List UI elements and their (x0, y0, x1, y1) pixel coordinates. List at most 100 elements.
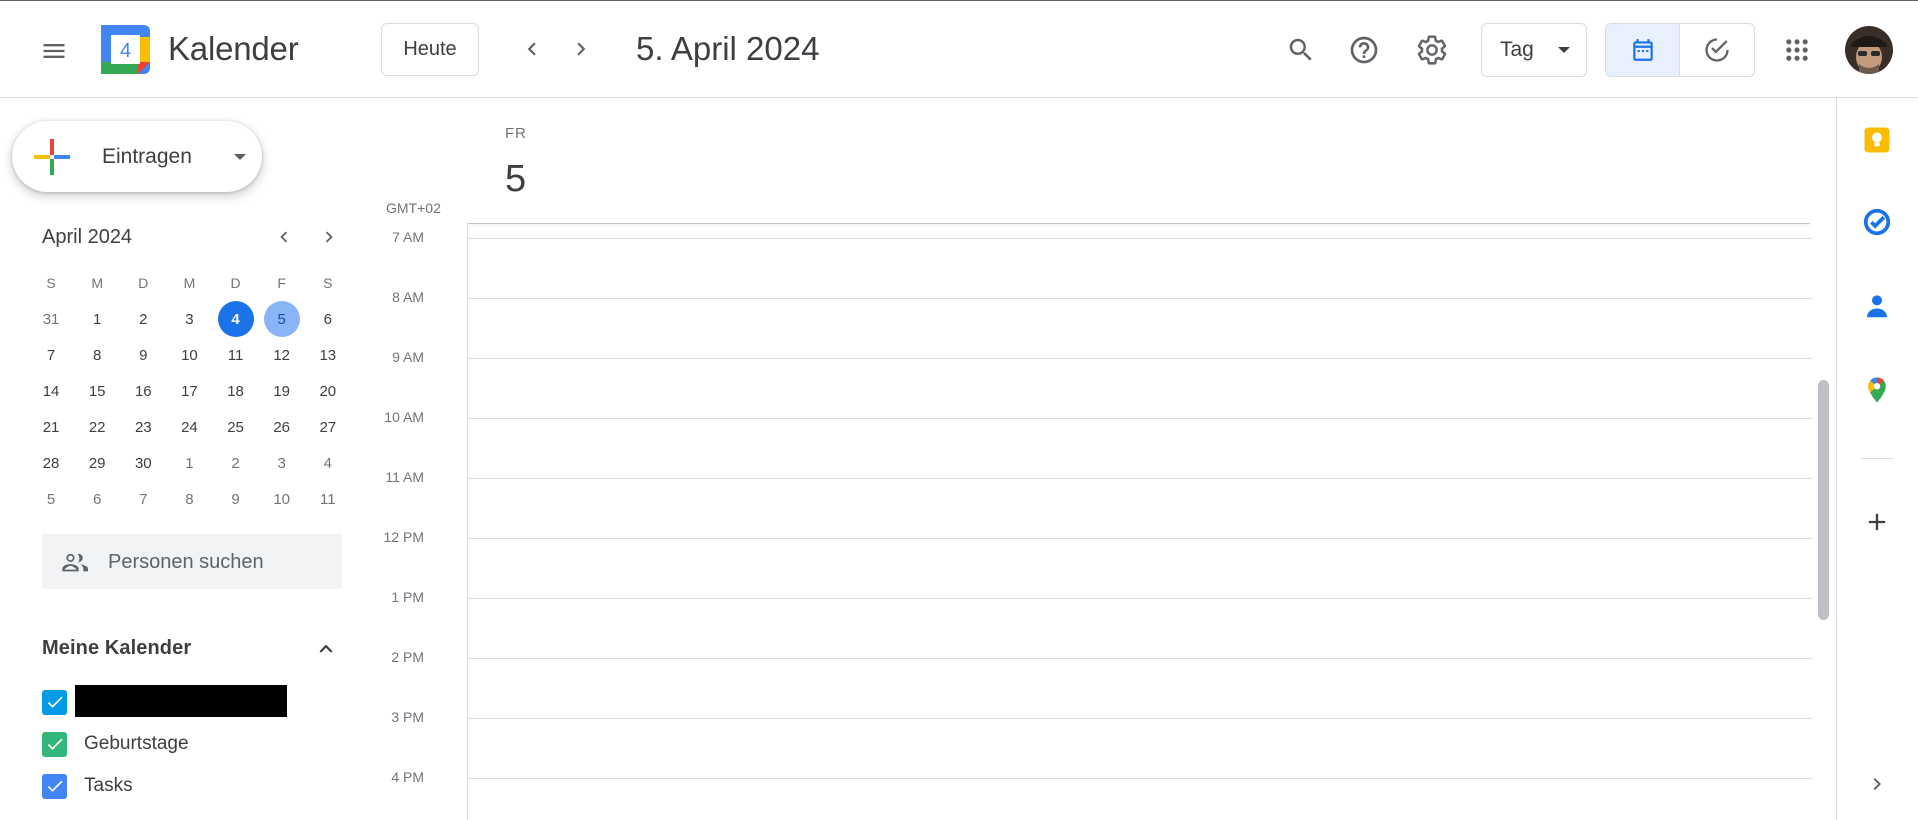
mini-calendar-day[interactable]: 26 (259, 409, 305, 445)
account-avatar[interactable] (1845, 26, 1893, 74)
mini-calendar-day[interactable]: 9 (120, 337, 166, 373)
mini-calendar-day[interactable]: 10 (166, 337, 212, 373)
mini-calendar-day[interactable]: 5 (259, 301, 305, 337)
tasks-button[interactable] (1859, 204, 1895, 240)
mini-calendar-day-label: 8 (185, 490, 194, 508)
mini-calendar-day[interactable]: 3 (166, 301, 212, 337)
mini-calendar-day[interactable]: 20 (305, 373, 351, 409)
mini-calendar-day[interactable]: 22 (74, 409, 120, 445)
mini-calendar-day[interactable]: 28 (28, 445, 74, 481)
mini-calendar-prev-button[interactable] (269, 222, 299, 252)
mini-calendar-day[interactable]: 9 (213, 481, 259, 517)
main-menu-button[interactable] (30, 27, 78, 75)
scrollbar-thumb[interactable] (1818, 380, 1829, 620)
mini-calendar-day[interactable]: 1 (74, 301, 120, 337)
hour-row[interactable]: 8 AM (380, 289, 1812, 358)
hour-row[interactable]: 1 PM (380, 589, 1812, 658)
mini-calendar-day[interactable]: 25 (213, 409, 259, 445)
mini-calendar-day[interactable]: 24 (166, 409, 212, 445)
settings-button[interactable] (1407, 25, 1457, 75)
day-number[interactable]: 5 (505, 158, 526, 201)
google-apps-button[interactable] (1772, 25, 1822, 75)
mini-calendar-day[interactable]: 19 (259, 373, 305, 409)
mini-calendar-day[interactable]: 23 (120, 409, 166, 445)
mini-calendar-day[interactable]: 11 (305, 481, 351, 517)
hour-row[interactable]: 10 AM (380, 409, 1812, 478)
previous-day-button[interactable] (510, 27, 554, 71)
hour-row[interactable]: 11 AM (380, 469, 1812, 538)
checkbox-checked[interactable] (42, 773, 67, 799)
mini-calendar-day[interactable]: 11 (213, 337, 259, 373)
hour-label: 4 PM (391, 769, 424, 785)
mini-calendar-day-label: 12 (273, 346, 291, 364)
mini-calendar-day[interactable]: 30 (120, 445, 166, 481)
mini-calendar-day[interactable]: 6 (74, 481, 120, 517)
hour-row[interactable]: 7 AM (380, 229, 1812, 298)
create-button[interactable]: Eintragen (12, 121, 262, 192)
mini-calendar-day[interactable]: 10 (259, 481, 305, 517)
next-day-button[interactable] (559, 27, 603, 71)
hour-row[interactable]: 2 PM (380, 649, 1812, 718)
show-side-panel-button[interactable] (1859, 766, 1895, 802)
calendar-item-personal[interactable] (42, 687, 67, 717)
help-button[interactable] (1339, 25, 1389, 75)
tasks-icon (1863, 208, 1891, 236)
mini-calendar-day[interactable]: 18 (213, 373, 259, 409)
mini-calendar-day-label: 7 (139, 490, 148, 508)
hour-label: 1 PM (391, 589, 424, 605)
my-calendars-title[interactable]: Meine Kalender (42, 637, 191, 660)
mini-calendar-day[interactable]: 4 (305, 445, 351, 481)
contacts-button[interactable] (1859, 288, 1895, 324)
mini-calendar-day[interactable]: 2 (213, 445, 259, 481)
mini-calendar-day[interactable]: 17 (166, 373, 212, 409)
view-select[interactable]: Tag (1481, 23, 1587, 77)
calendar-item-tasks[interactable]: Tasks (42, 771, 133, 801)
mini-calendar-day[interactable]: 16 (120, 373, 166, 409)
mini-calendar-next-button[interactable] (314, 222, 344, 252)
mini-calendar-day[interactable]: 8 (74, 337, 120, 373)
keep-button[interactable] (1859, 122, 1895, 158)
hour-row[interactable]: 3 PM (380, 709, 1812, 778)
mini-calendar-day[interactable]: 6 (305, 301, 351, 337)
side-panel-divider (1861, 458, 1893, 459)
mini-calendar-day[interactable]: 8 (166, 481, 212, 517)
mini-calendar-day[interactable]: 12 (259, 337, 305, 373)
calendar-view-button[interactable] (1606, 24, 1680, 76)
calendar-item-birthdays[interactable]: Geburtstage (42, 729, 189, 759)
create-button-label: Eintragen (102, 145, 192, 168)
mini-calendar-day[interactable]: 27 (305, 409, 351, 445)
mini-calendar-day[interactable]: 4 (213, 301, 259, 337)
hour-row[interactable]: 9 AM (380, 349, 1812, 418)
mini-calendar-day[interactable]: 2 (120, 301, 166, 337)
my-calendars-collapse-button[interactable] (311, 634, 341, 664)
mini-calendar-day[interactable]: 13 (305, 337, 351, 373)
mini-calendar-day[interactable]: 14 (28, 373, 74, 409)
maps-button[interactable] (1859, 372, 1895, 408)
get-addons-button[interactable] (1859, 504, 1895, 540)
mini-calendar-day[interactable]: 1 (166, 445, 212, 481)
checkbox-checked[interactable] (42, 731, 67, 757)
mini-calendar-day-label: 29 (88, 454, 106, 472)
mini-calendar-day[interactable]: 21 (28, 409, 74, 445)
hour-row[interactable]: 6 AM (380, 224, 1812, 238)
mini-calendar-day[interactable]: 3 (259, 445, 305, 481)
mini-calendar-day-label: 10 (181, 346, 198, 364)
mini-calendar-day-label: 3 (277, 454, 286, 472)
mini-calendar-day-label: 9 (231, 490, 240, 508)
calendar-logo[interactable]: 4 (101, 25, 150, 74)
mini-calendar-day[interactable]: 7 (28, 337, 74, 373)
search-button[interactable] (1276, 25, 1326, 75)
tasks-view-button[interactable] (1680, 24, 1754, 76)
mini-calendar-day[interactable]: 5 (28, 481, 74, 517)
mini-calendar-day[interactable]: 31 (28, 301, 74, 337)
today-button[interactable]: Heute (381, 23, 479, 76)
checkbox-checked[interactable] (42, 689, 67, 715)
mini-calendar-day[interactable]: 15 (74, 373, 120, 409)
day-time-grid[interactable]: 6 AM7 AM 8 AM 9 AM 10 AM 11 AM 12 PM 1 PM 2 PM 3… (380, 224, 1812, 820)
hour-row[interactable]: 4 PM (380, 769, 1812, 820)
mini-calendar-day[interactable]: 29 (74, 445, 120, 481)
people-search-field[interactable]: Personen suchen (42, 534, 342, 589)
hour-row[interactable]: 12 PM (380, 529, 1812, 598)
mini-calendar-day[interactable]: 7 (120, 481, 166, 517)
mini-calendar-day-label: 28 (42, 454, 60, 472)
